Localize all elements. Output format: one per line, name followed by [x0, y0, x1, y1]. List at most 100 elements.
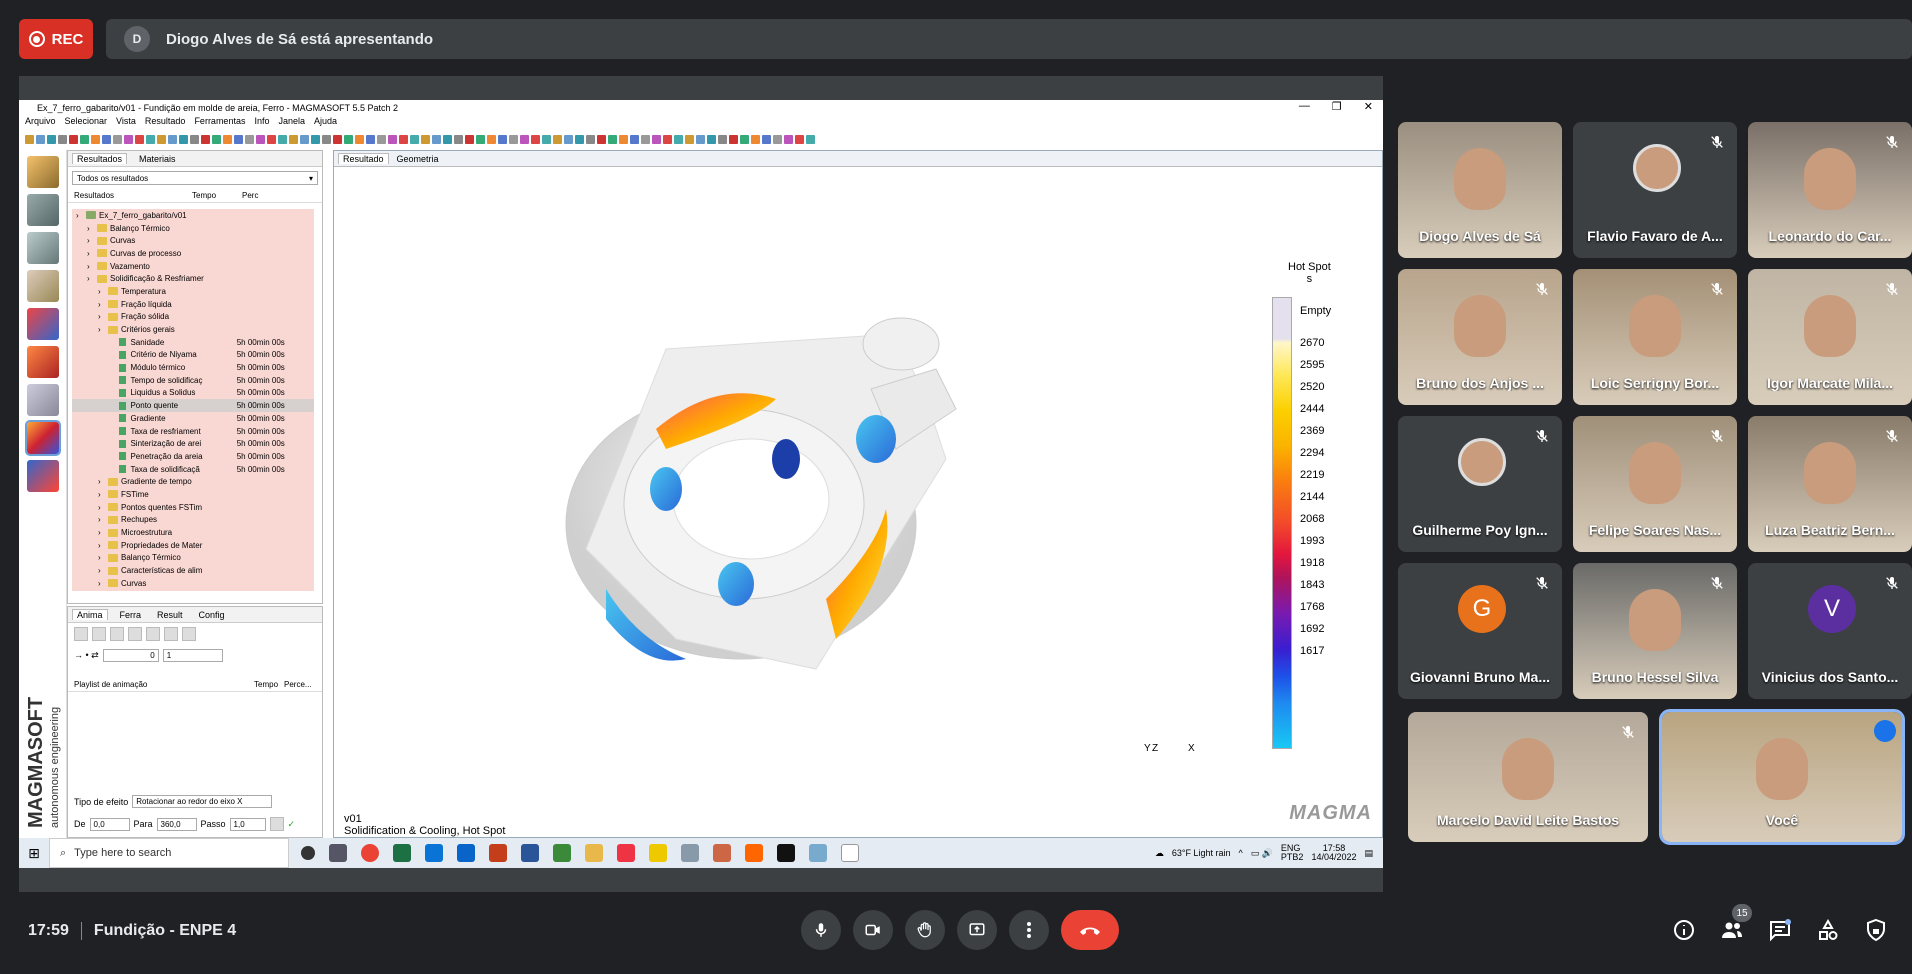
- tree-item[interactable]: Módulo térmico 5h 00min 00s: [72, 361, 314, 374]
- toolbar-tool-icon[interactable]: [520, 134, 529, 144]
- tree-item[interactable]: › FSTime: [72, 488, 314, 501]
- task-view-icon[interactable]: [329, 844, 347, 862]
- outlook-icon[interactable]: [457, 844, 475, 862]
- toolbar-tool-icon[interactable]: [762, 134, 771, 144]
- participant-tile[interactable]: Marcelo David Leite Bastos: [1408, 712, 1648, 842]
- step-input[interactable]: 1: [162, 649, 223, 662]
- powerpoint-icon[interactable]: [489, 844, 507, 862]
- geometry-icon[interactable]: [27, 194, 59, 226]
- toolbar-tool-icon[interactable]: [124, 134, 133, 144]
- toolbar-tool-icon[interactable]: [146, 134, 155, 144]
- close-icon[interactable]: ✕: [1364, 100, 1373, 113]
- menu-7[interactable]: Ajuda: [314, 116, 337, 130]
- toolbar-tool-icon[interactable]: [674, 134, 683, 144]
- stop-button[interactable]: [74, 627, 88, 641]
- tray-chevron-icon[interactable]: ^: [1238, 848, 1242, 858]
- toolbar-tool-icon[interactable]: [322, 134, 331, 144]
- tree-item[interactable]: Liquidus a Solidus 5h 00min 00s: [72, 387, 314, 400]
- toolbar-tool-icon[interactable]: [564, 134, 573, 144]
- expand-icon[interactable]: ›: [98, 312, 106, 321]
- participant-tile[interactable]: Guilherme Poy Ign...: [1398, 416, 1562, 552]
- definitions-icon[interactable]: [27, 270, 59, 302]
- toolbar-tool-icon[interactable]: [289, 134, 298, 144]
- menu-6[interactable]: Janela: [278, 116, 305, 130]
- prev-button[interactable]: [128, 627, 142, 641]
- open-project-icon[interactable]: [27, 156, 59, 188]
- toolbar-tool-icon[interactable]: [80, 134, 89, 144]
- anim-tab-2[interactable]: Result: [153, 610, 187, 620]
- notification-icon[interactable]: ▤: [1364, 848, 1373, 859]
- tree-item[interactable]: › Pontos quentes FSTim: [72, 501, 314, 514]
- toolbar-tool-icon[interactable]: [113, 134, 122, 144]
- minimize-icon[interactable]: —: [1299, 100, 1310, 113]
- tree-item[interactable]: › Critérios gerais: [72, 323, 314, 336]
- raise-hand-button[interactable]: [905, 910, 945, 950]
- expand-icon[interactable]: ›: [87, 249, 95, 258]
- tree-item[interactable]: › Características de alim: [72, 564, 314, 577]
- tree-item[interactable]: › Gradiente de tempo: [72, 475, 314, 488]
- toolbar-tool-icon[interactable]: [454, 134, 463, 144]
- tree-item[interactable]: › Curvas: [72, 234, 314, 247]
- toolbar-tool-icon[interactable]: [773, 134, 782, 144]
- tree-item[interactable]: › Ex_7_ferro_gabarito/v01: [72, 209, 314, 222]
- toolbar-tool-icon[interactable]: [135, 134, 144, 144]
- toolbar-tool-icon[interactable]: [586, 134, 595, 144]
- 3d-canvas[interactable]: Hot Spot s Empty 2670 2595 2520 2444 2369 2294…: [336, 169, 1380, 861]
- participant-tile[interactable]: Diogo Alves de Sá: [1398, 122, 1562, 258]
- toolbar-tool-icon[interactable]: [223, 134, 232, 144]
- toolbar-tool-icon[interactable]: [663, 134, 672, 144]
- tree-item[interactable]: Taxa de solidificaçã 5h 00min 00s: [72, 463, 314, 476]
- play-icon[interactable]: [92, 627, 106, 641]
- expand-icon[interactable]: ›: [87, 224, 95, 233]
- toolbar-tool-icon[interactable]: [531, 134, 540, 144]
- present-button[interactable]: [957, 910, 997, 950]
- activities-button[interactable]: [1816, 918, 1840, 942]
- toolbar-tool-icon[interactable]: [685, 134, 694, 144]
- participant-tile[interactable]: Você: [1659, 709, 1905, 845]
- results-icon[interactable]: [25, 420, 61, 456]
- toolbar-tool-icon[interactable]: [179, 134, 188, 144]
- toolbar-tool-icon[interactable]: [707, 134, 716, 144]
- stress-icon[interactable]: [27, 384, 59, 416]
- toolbar-tool-icon[interactable]: [377, 134, 386, 144]
- meeting-details-button[interactable]: [1672, 918, 1696, 942]
- app3-icon[interactable]: [713, 844, 731, 862]
- app2-icon[interactable]: [681, 844, 699, 862]
- toolbar-tool-icon[interactable]: [784, 134, 793, 144]
- participant-tile[interactable]: Felipe Soares Nas...: [1573, 416, 1737, 552]
- toolbar-tool-icon[interactable]: [47, 134, 56, 144]
- toolbar-tool-icon[interactable]: [575, 134, 584, 144]
- expand-icon[interactable]: ›: [98, 566, 106, 575]
- app-icon[interactable]: [553, 844, 571, 862]
- brave-icon[interactable]: [617, 844, 635, 862]
- tree-item[interactable]: › Curvas: [72, 577, 314, 590]
- toolbar-tool-icon[interactable]: [333, 134, 342, 144]
- menu-5[interactable]: Info: [254, 116, 269, 130]
- tree-item[interactable]: › Fração sólida: [72, 311, 314, 324]
- toolbar-tool-icon[interactable]: [102, 134, 111, 144]
- tree-item[interactable]: Taxa de resfriament 5h 00min 00s: [72, 425, 314, 438]
- toolbar-tool-icon[interactable]: [212, 134, 221, 144]
- word-icon[interactable]: [521, 844, 539, 862]
- menu-2[interactable]: Vista: [116, 116, 136, 130]
- simulation-icon[interactable]: [27, 308, 59, 340]
- participant-tile[interactable]: G Giovanni Bruno Ma...: [1398, 563, 1562, 699]
- tree-item[interactable]: › Fração líquida: [72, 298, 314, 311]
- taskbar-search[interactable]: ⌕ Type here to search: [49, 838, 289, 868]
- people-button[interactable]: 15: [1720, 904, 1752, 942]
- taskbar-clock[interactable]: 17:58 14/04/2022: [1311, 844, 1356, 862]
- expand-icon[interactable]: ›: [98, 579, 106, 588]
- tree-item[interactable]: Gradiente 5h 00min 00s: [72, 412, 314, 425]
- toolbar-tool-icon[interactable]: [696, 134, 705, 144]
- tree-item[interactable]: Sinterização de arei 5h 00min 00s: [72, 437, 314, 450]
- toolbar-tool-icon[interactable]: [300, 134, 309, 144]
- tab-resultado[interactable]: Resultado: [338, 153, 389, 164]
- participant-tile[interactable]: Luza Beatriz Bern...: [1748, 416, 1912, 552]
- pencil-icon[interactable]: [649, 844, 667, 862]
- toolbar-tool-icon[interactable]: [465, 134, 474, 144]
- toolbar-tool-icon[interactable]: [278, 134, 287, 144]
- participant-tile[interactable]: Leonardo do Car...: [1748, 122, 1912, 258]
- expand-icon[interactable]: ›: [98, 528, 106, 537]
- expand-icon[interactable]: ›: [98, 325, 106, 334]
- check-icon[interactable]: ✓: [288, 819, 296, 830]
